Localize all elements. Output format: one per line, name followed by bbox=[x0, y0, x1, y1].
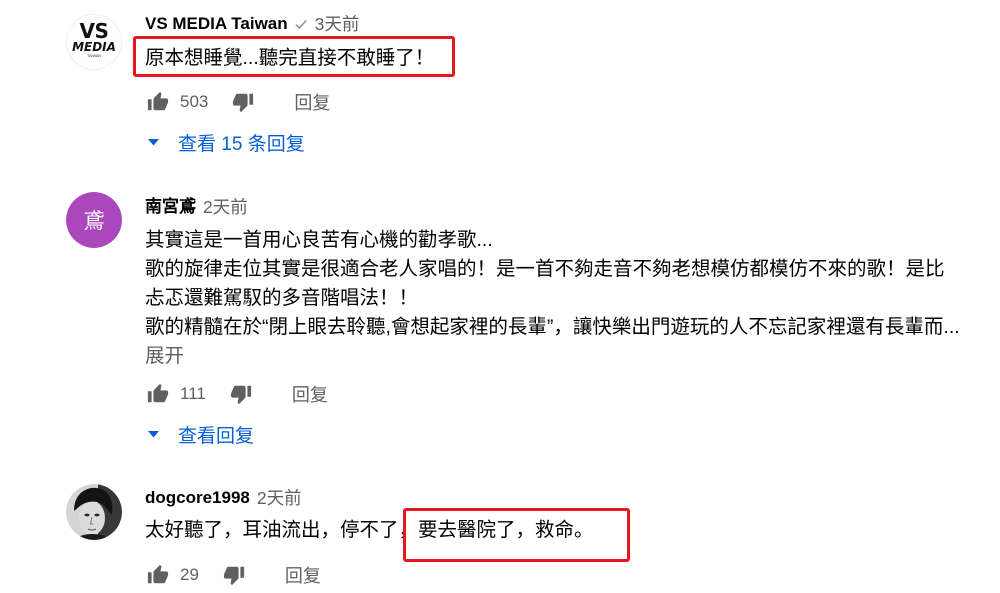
avatar-photo bbox=[66, 484, 122, 540]
like-count: 29 bbox=[180, 565, 199, 584]
caret-down-icon bbox=[148, 138, 159, 145]
comment-text-line: 其實這是一首用心良苦有心機的勸孝歌... bbox=[145, 229, 493, 251]
author-name[interactable]: dogcore1998 bbox=[145, 486, 250, 510]
comment-time[interactable]: 2天前 bbox=[203, 195, 248, 219]
avatar-initial-letter: 鳶 bbox=[84, 209, 105, 233]
avatar[interactable] bbox=[66, 484, 122, 540]
author-name[interactable]: 南宮鳶 bbox=[145, 195, 196, 219]
comment-header: dogcore1998 2天前 bbox=[145, 486, 302, 510]
comment-text-line: 歌的精髓在於“閉上眼去聆聽,會想起家裡的長輩”，讓快樂出門遊玩的人不忘記家裡還有… bbox=[145, 316, 960, 338]
verified-check-icon bbox=[295, 19, 307, 30]
logo-text: MEDIA bbox=[72, 40, 116, 54]
comment-actions: 111 回复 bbox=[147, 382, 328, 406]
view-replies-button[interactable]: 查看回复 bbox=[148, 421, 254, 447]
thumbs-down-icon bbox=[223, 566, 245, 586]
avatar[interactable]: VS MEDIA TAIWAN bbox=[66, 14, 122, 70]
comment-text-line: 歌的旋律走位其實是很適合老人家唱的！是一首不夠走音不夠老想模仿都模仿不來的歌！是… bbox=[145, 258, 945, 280]
comment-time[interactable]: 3天前 bbox=[315, 12, 360, 36]
comment-actions: 29 回复 bbox=[147, 563, 321, 587]
reply-button[interactable]: 回复 bbox=[292, 381, 328, 407]
comment-text: 太好聽了，耳油流出，停不了，要去醫院了，救命。 bbox=[145, 516, 990, 545]
dislike-button[interactable] bbox=[232, 91, 254, 113]
logo-text: TAIWAN bbox=[86, 54, 101, 58]
comment-header: 南宮鳶 2天前 bbox=[145, 195, 248, 219]
comment-time[interactable]: 2天前 bbox=[257, 486, 302, 510]
thumbs-up-icon bbox=[147, 91, 169, 111]
thumbs-up-icon bbox=[147, 383, 169, 403]
comment-text-line: 忐忑還難駕馭的多音階唱法！！ bbox=[145, 287, 419, 309]
author-name[interactable]: VS MEDIA Taiwan bbox=[145, 12, 288, 36]
like-button[interactable] bbox=[147, 383, 169, 405]
thumbs-down-icon bbox=[230, 385, 251, 405]
avatar[interactable]: 鳶 bbox=[66, 192, 122, 248]
like-button[interactable] bbox=[147, 564, 169, 586]
comment-text-line: 太好聽了，耳油流出，停不了，要去醫院了，救命。 bbox=[145, 519, 594, 541]
like-count: 111 bbox=[180, 384, 206, 403]
reply-button[interactable]: 回复 bbox=[294, 89, 330, 115]
read-more-button[interactable]: 展开 bbox=[145, 342, 990, 371]
avatar-initial: 鳶 bbox=[66, 192, 122, 248]
dislike-button[interactable] bbox=[230, 383, 252, 405]
comment-actions: 503 回复 bbox=[147, 90, 330, 114]
reply-button[interactable]: 回复 bbox=[285, 562, 321, 588]
thumbs-up-icon bbox=[147, 564, 169, 584]
channel-logo: VS MEDIA TAIWAN bbox=[66, 14, 122, 70]
thumbs-down-icon bbox=[233, 93, 254, 113]
comment-text: 原本想睡覺...聽完直接不敢睡了！ bbox=[145, 44, 990, 73]
like-button[interactable] bbox=[147, 91, 169, 113]
comment-header: VS MEDIA Taiwan 3天前 bbox=[145, 12, 359, 36]
dislike-button[interactable] bbox=[223, 564, 245, 586]
comment-text: 其實這是一首用心良苦有心機的勸孝歌... 歌的旋律走位其實是很適合老人家唱的！是… bbox=[145, 226, 990, 371]
view-replies-label: 查看 15 条回复 bbox=[178, 133, 305, 155]
caret-down-icon bbox=[148, 430, 159, 437]
like-count: 503 bbox=[180, 92, 209, 111]
view-replies-button[interactable]: 查看 15 条回复 bbox=[148, 129, 305, 155]
view-replies-label: 查看回复 bbox=[178, 425, 255, 447]
comment-text-line: 原本想睡覺...聽完直接不敢睡了！ bbox=[145, 47, 435, 69]
